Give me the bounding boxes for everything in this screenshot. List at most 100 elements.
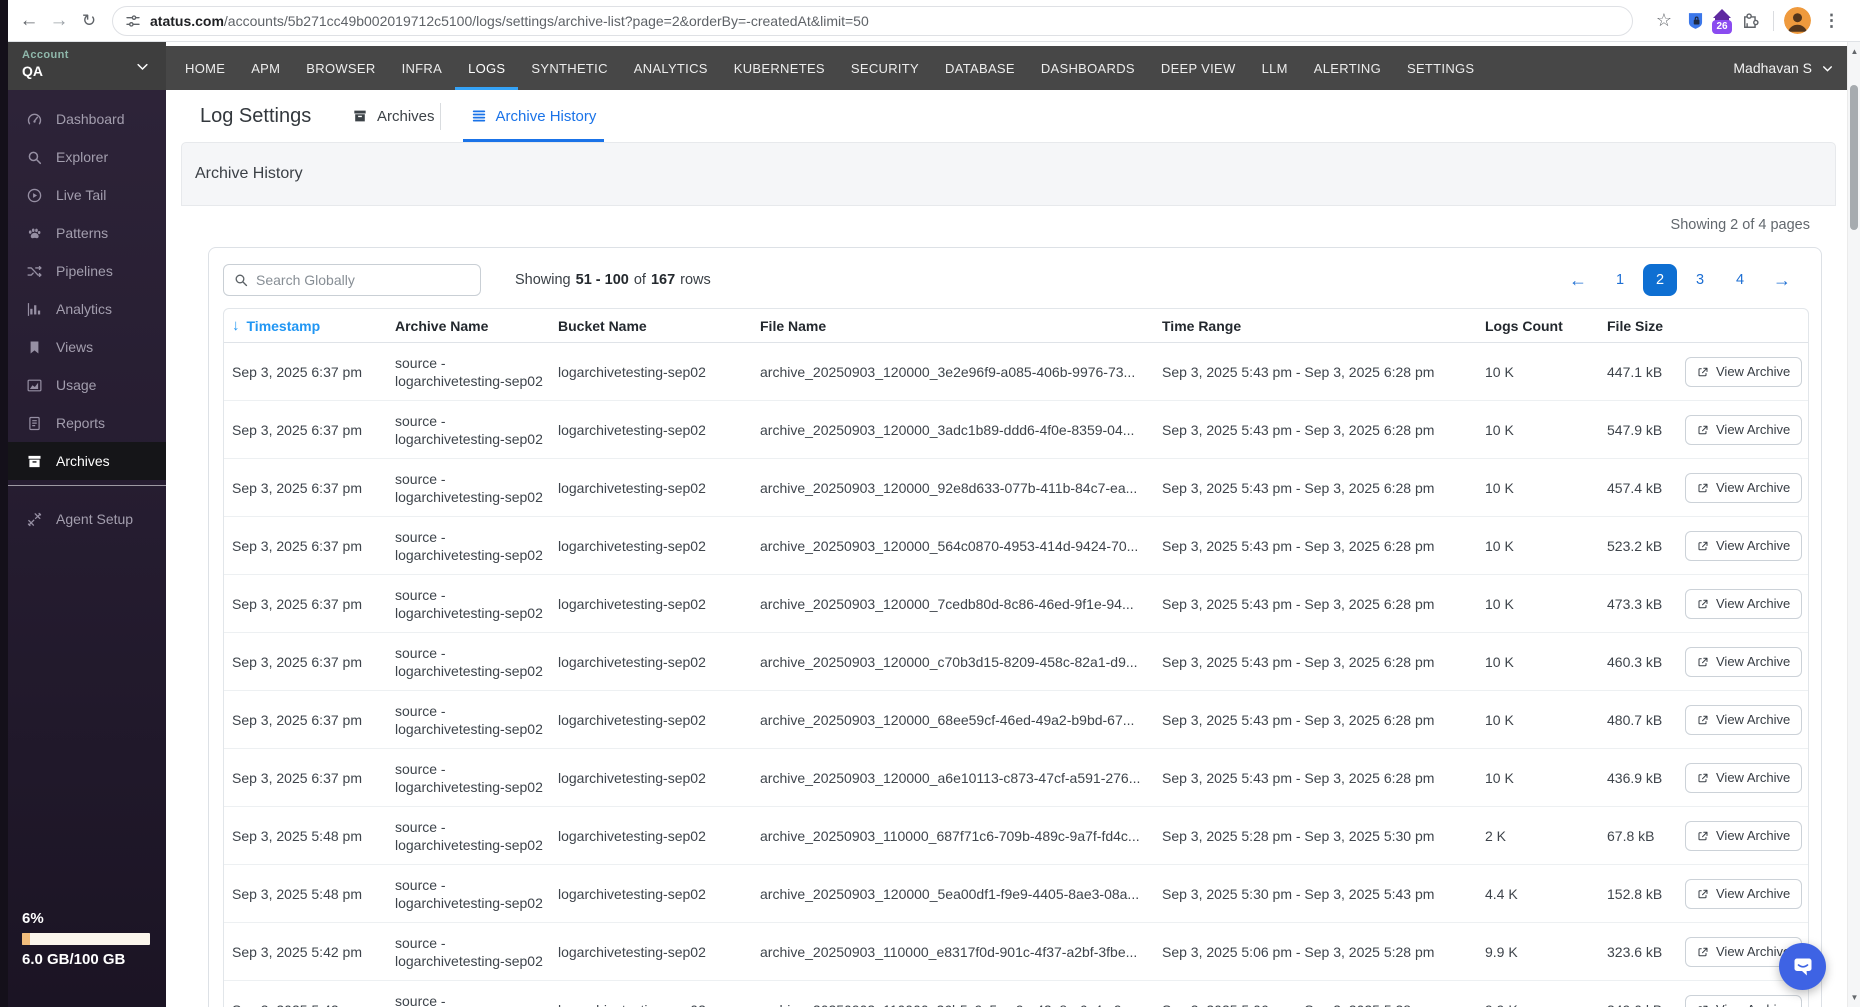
password-shield-extension-icon[interactable] <box>1681 10 1709 31</box>
nav-item-database[interactable]: DATABASE <box>932 46 1028 90</box>
column-header-bucket-name[interactable]: Bucket Name <box>550 318 752 334</box>
view-archive-button[interactable]: View Archive <box>1685 530 1803 561</box>
usage-percent: 6% <box>22 910 44 927</box>
page-button-4[interactable]: 4 <box>1723 264 1757 296</box>
scroll-up-arrow[interactable]: ▲ <box>1848 47 1860 56</box>
sidebar-item-views[interactable]: Views <box>0 328 166 366</box>
cell-bucket-name: logarchivetesting-sep02 <box>558 711 706 728</box>
view-archive-button[interactable]: View Archive <box>1685 762 1803 793</box>
page-button-2[interactable]: 2 <box>1643 264 1677 296</box>
cell-time-range: Sep 3, 2025 5:43 pm - Sep 3, 2025 6:28 p… <box>1162 537 1435 554</box>
nav-item-analytics[interactable]: ANALYTICS <box>621 46 721 90</box>
nav-item-security[interactable]: SECURITY <box>838 46 932 90</box>
url-bar[interactable]: atatus.com/accounts/5b271cc49b002019712c… <box>112 5 1633 36</box>
sidebar-item-agent-setup[interactable]: Agent Setup <box>0 485 170 538</box>
column-header-time-range[interactable]: Time Range <box>1154 318 1477 334</box>
toolbar-divider <box>1773 10 1774 31</box>
nav-item-apm[interactable]: APM <box>238 46 293 90</box>
reload-button[interactable]: ↻ <box>74 11 104 31</box>
cell-archive-name: source - logarchivetesting-sep02 <box>395 586 543 621</box>
usage-amount: 6.0 GB/100 GB <box>22 951 126 968</box>
view-archive-button[interactable]: View Archive <box>1685 588 1803 619</box>
next-page-button[interactable]: → <box>1763 270 1801 291</box>
browser-menu-icon[interactable]: ⋮ <box>1823 11 1840 31</box>
cell-file-name: archive_20250903_110000_e8317f0d-901c-4f… <box>760 943 1138 960</box>
view-archive-button[interactable]: View Archive <box>1685 704 1803 735</box>
cell-timestamp: Sep 3, 2025 6:37 pm <box>232 363 362 380</box>
table-row: Sep 3, 2025 6:37 pm source - logarchivet… <box>224 401 1808 459</box>
view-archive-button[interactable]: View Archive <box>1685 646 1803 677</box>
cell-logs-count: 10 K <box>1485 711 1514 728</box>
bookmark-icon <box>26 339 43 356</box>
cell-timestamp: Sep 3, 2025 6:37 pm <box>232 711 362 728</box>
sidebar-item-usage[interactable]: Usage <box>0 366 166 404</box>
user-menu[interactable]: Madhavan S <box>1733 46 1834 90</box>
nav-item-home[interactable]: HOME <box>172 46 238 90</box>
column-header-file-size[interactable]: File Size <box>1599 318 1685 334</box>
view-archive-button[interactable]: View Archive <box>1685 472 1803 503</box>
cell-file-size: 473.3 kB <box>1607 595 1663 612</box>
table-row: Sep 3, 2025 5:42 pm source - logarchivet… <box>224 981 1808 1007</box>
column-header-logs-count[interactable]: Logs Count <box>1477 318 1599 334</box>
sidebar-item-reports[interactable]: Reports <box>0 404 166 442</box>
nav-item-dashboards[interactable]: DASHBOARDS <box>1028 46 1148 90</box>
column-header-file-name[interactable]: File Name <box>752 318 1154 334</box>
column-header-timestamp[interactable]: ↓ Timestamp <box>224 317 387 334</box>
external-link-icon <box>1698 1005 1708 1007</box>
nav-item-kubernetes[interactable]: KUBERNETES <box>721 46 838 90</box>
view-archive-button[interactable]: View Archive <box>1685 414 1803 445</box>
nav-item-deep-view[interactable]: DEEP VIEW <box>1148 46 1249 90</box>
forward-button[interactable]: → <box>44 10 74 32</box>
sidebar-item-live-tail[interactable]: Live Tail <box>0 176 166 214</box>
cell-logs-count: 9.9 K <box>1477 1002 1599 1007</box>
nav-item-synthetic[interactable]: SYNTHETIC <box>518 46 620 90</box>
column-header-archive-name[interactable]: Archive Name <box>387 318 550 334</box>
tab-archive-history[interactable]: Archive History <box>462 90 605 142</box>
cell-time-range: Sep 3, 2025 5:06 pm - Sep 3, 2025 5:28 p… <box>1162 943 1435 960</box>
archive-box-icon <box>354 110 366 122</box>
site-info-icon[interactable] <box>125 13 141 29</box>
scroll-down-arrow[interactable]: ▼ <box>1848 993 1860 1002</box>
chat-bubble-button[interactable] <box>1779 943 1826 990</box>
scrollbar-thumb[interactable] <box>1850 85 1858 230</box>
usage-progress-fill <box>22 933 30 945</box>
search-icon <box>235 274 248 287</box>
cell-file-name: archive_20250903_120000_564c0870-4953-41… <box>760 537 1139 554</box>
nav-item-llm[interactable]: LLM <box>1249 46 1301 90</box>
sidebar-item-label: Usage <box>56 377 97 393</box>
profile-avatar[interactable] <box>1784 7 1811 34</box>
view-archive-button[interactable]: View Archive <box>1685 878 1803 909</box>
sidebar-item-label: Dashboard <box>56 111 125 127</box>
sidebar-item-patterns[interactable]: Patterns <box>0 214 166 252</box>
rows-range: 51 - 100 <box>575 272 629 288</box>
nav-item-logs[interactable]: LOGS <box>455 46 519 90</box>
sidebar-item-archives[interactable]: Archives <box>0 442 166 480</box>
tab-archives[interactable]: Archives <box>352 90 435 142</box>
page-button-1[interactable]: 1 <box>1603 264 1637 296</box>
view-archive-button[interactable]: View Archive <box>1685 994 1803 1007</box>
prev-page-button[interactable]: ← <box>1559 270 1597 291</box>
privacy-badger-extension-icon[interactable]: 26 <box>1709 8 1735 34</box>
view-archive-button[interactable]: View Archive <box>1685 820 1803 851</box>
external-link-icon <box>1698 483 1708 492</box>
search-input[interactable] <box>223 264 481 296</box>
pagination: ← 1 2 3 4 → <box>1559 264 1801 296</box>
cell-logs-count: 2 K <box>1485 827 1507 844</box>
account-switcher[interactable]: Account QA <box>0 42 166 90</box>
sidebar-item-explorer[interactable]: Explorer <box>0 138 166 176</box>
nav-item-browser[interactable]: BROWSER <box>293 46 388 90</box>
sidebar-item-dashboard[interactable]: Dashboard <box>0 100 166 138</box>
cell-file-name: archive_20250903_110000_26b5c9c5-cc9a-42… <box>752 1002 1154 1007</box>
page-button-3[interactable]: 3 <box>1683 264 1717 296</box>
cell-file-size: 480.7 kB <box>1607 711 1663 728</box>
nav-item-infra[interactable]: INFRA <box>389 46 456 90</box>
sidebar-menu: Dashboard Explorer Live Tail Patterns Pi… <box>0 100 170 538</box>
bookmark-star-icon[interactable]: ☆ <box>1656 10 1672 31</box>
sidebar-item-analytics[interactable]: Analytics <box>0 290 166 328</box>
extensions-puzzle-icon[interactable] <box>1735 11 1763 30</box>
nav-item-settings[interactable]: SETTINGS <box>1394 46 1487 90</box>
view-archive-button[interactable]: View Archive <box>1685 356 1803 387</box>
sidebar-item-pipelines[interactable]: Pipelines <box>0 252 166 290</box>
back-button[interactable]: ← <box>14 10 44 32</box>
nav-item-alerting[interactable]: ALERTING <box>1301 46 1394 90</box>
